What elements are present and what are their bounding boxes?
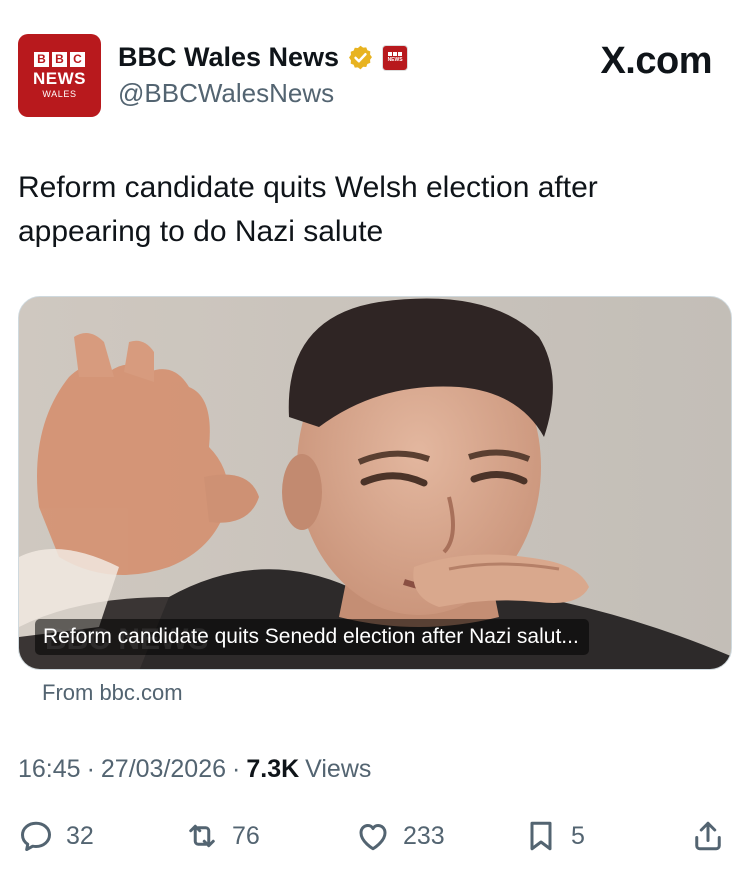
x-com-watermark: X.com <box>600 40 712 82</box>
affiliation-blocks <box>388 52 403 56</box>
tweet-text: Reform candidate quits Welsh election af… <box>18 171 598 248</box>
meta-separator: · <box>232 755 241 783</box>
account-avatar[interactable]: B B C NEWS WALES <box>18 34 101 117</box>
avatar-region-text: WALES <box>42 88 77 99</box>
affiliation-badge-icon[interactable]: NEWS <box>382 44 409 71</box>
link-preview-card[interactable]: BBC NEWS Reform candidate quits Senedd e… <box>18 296 732 670</box>
card-photo: BBC NEWS <box>19 297 731 669</box>
heart-icon <box>359 824 387 851</box>
account-handle[interactable]: @BBCWalesNews <box>118 78 334 109</box>
meta-separator: · <box>86 755 95 783</box>
affiliation-label: NEWS <box>387 57 403 63</box>
reply-count: 32 <box>66 821 94 850</box>
repost-button[interactable]: 76 <box>184 810 260 862</box>
bbc-block-1: B <box>34 51 49 67</box>
verified-badge-icon[interactable] <box>347 44 374 71</box>
link-source[interactable]: From bbc.com <box>42 680 183 706</box>
bookmark-count: 5 <box>571 821 585 850</box>
reply-icon <box>21 821 51 851</box>
share-button[interactable] <box>690 810 726 862</box>
link-card-title[interactable]: Reform candidate quits Senedd election a… <box>35 619 589 655</box>
tweet-date[interactable]: 27/03/2026 <box>101 755 226 784</box>
account-display-name[interactable]: BBC Wales News <box>118 42 339 73</box>
like-button[interactable]: 233 <box>355 810 445 862</box>
tweet-meta: 16:45 · 27/03/2026 · 7.3K Views <box>18 755 371 784</box>
reply-button[interactable]: 32 <box>18 810 94 862</box>
bbc-block-2: B <box>52 51 67 67</box>
views-label: Views <box>305 755 372 783</box>
account-name-row: BBC Wales News NEWS <box>118 42 409 73</box>
repost-icon <box>189 824 215 848</box>
share-icon <box>695 821 721 851</box>
repost-count: 76 <box>232 821 260 850</box>
bookmark-button[interactable]: 5 <box>523 810 585 862</box>
bbc-logo-blocks: B B C <box>34 51 85 67</box>
tweet-actions-bar: 32 76 233 5 <box>0 810 750 862</box>
views-count: 7.3K <box>246 755 300 783</box>
bbc-block-3: C <box>70 51 85 67</box>
avatar-news-text: NEWS <box>33 68 86 88</box>
bookmark-icon <box>530 821 552 851</box>
tweet-time[interactable]: 16:45 <box>18 755 81 784</box>
like-count: 233 <box>403 821 445 850</box>
